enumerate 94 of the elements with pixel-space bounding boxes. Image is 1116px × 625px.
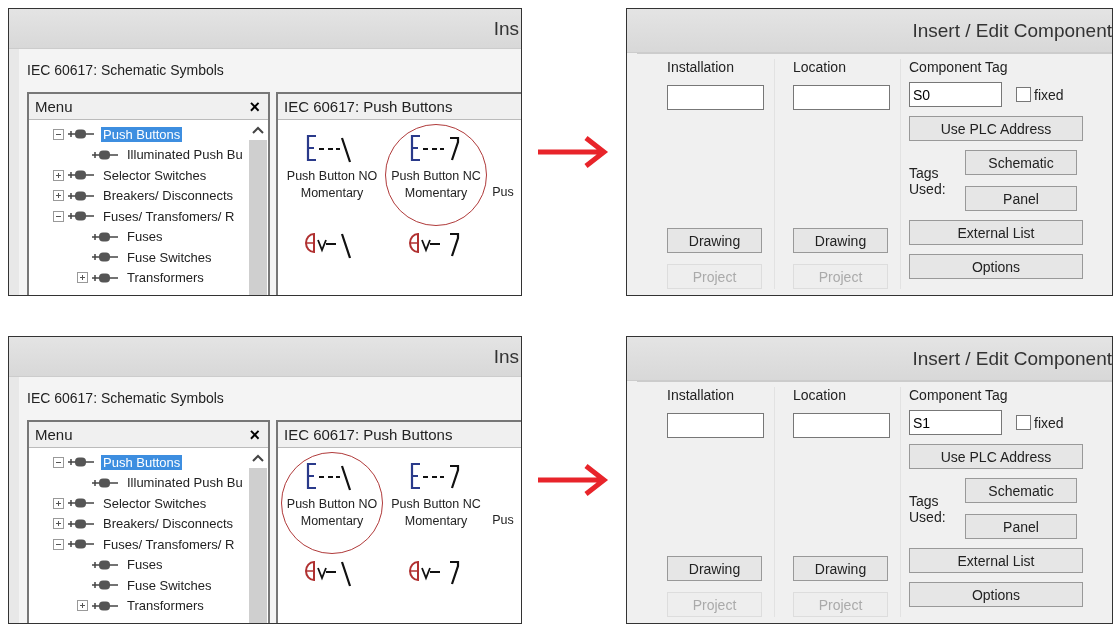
scrollbar-thumb[interactable] <box>249 468 267 623</box>
field-label: Component Tag <box>909 387 1009 403</box>
symbol-label: Pus <box>492 512 514 529</box>
component-icon <box>91 599 119 612</box>
options-button[interactable]: Options <box>909 254 1083 279</box>
plc-address-button[interactable]: Use PLC Address <box>909 444 1083 469</box>
tree-item[interactable]: Illuminated Push Bu <box>125 147 245 163</box>
tree-item[interactable]: Fuse Switches <box>125 249 214 265</box>
component-icon <box>91 251 119 264</box>
collapse-icon[interactable] <box>53 456 64 468</box>
component-icon <box>91 558 119 571</box>
tree-item[interactable]: Fuses/ Transfomers/ R <box>101 208 237 224</box>
dialog-title: Insert / Edit Component <box>912 19 1112 42</box>
symbol-label: Push Button NO Momentary <box>285 496 379 530</box>
component-icon <box>91 148 119 161</box>
field-label: Location <box>793 59 846 75</box>
expand-icon[interactable] <box>77 272 88 284</box>
panel-title: Menu <box>35 98 73 115</box>
collapse-icon[interactable] <box>53 210 64 222</box>
library-heading: IEC 60617: Schematic Symbols <box>27 62 224 78</box>
component-icon <box>67 189 95 202</box>
options-button[interactable]: Options <box>909 582 1083 607</box>
component-icon <box>67 128 95 141</box>
tag-input-field[interactable]: S0 <box>909 82 1002 107</box>
library-heading: IEC 60617: Schematic Symbols <box>27 390 224 406</box>
input-field[interactable] <box>667 85 764 110</box>
component-icon <box>91 579 119 592</box>
external-list-button[interactable]: External List <box>909 548 1083 573</box>
tree-item[interactable]: Selector Switches <box>101 167 209 183</box>
symbol-label: Push Button NC Momentary <box>390 168 482 202</box>
component-icon <box>91 271 119 284</box>
component-icon <box>67 210 95 223</box>
window-title: Ins <box>493 17 519 40</box>
tree-item[interactable]: Transformers <box>125 598 206 614</box>
drawing-button[interactable]: Drawing <box>793 556 888 581</box>
field-label: Location <box>793 387 846 403</box>
tags-used-label: Tags Used: <box>909 164 947 197</box>
panel-button[interactable]: Panel <box>965 514 1077 539</box>
panel-title: IEC 60617: Push Buttons <box>284 426 453 443</box>
tree-item[interactable]: Illuminated Push Bu <box>125 475 245 491</box>
tags-used-label: Tags Used: <box>909 492 947 525</box>
component-icon <box>67 538 95 551</box>
expand-icon[interactable] <box>53 497 64 509</box>
component-icon <box>67 456 95 469</box>
expand-icon[interactable] <box>77 600 88 612</box>
scrollbar-thumb[interactable] <box>249 140 267 295</box>
tree-item[interactable]: Breakers/ Disconnects <box>101 188 236 204</box>
window-title: Ins <box>493 345 519 368</box>
fixed-checkbox[interactable] <box>1016 87 1031 102</box>
close-button[interactable]: × <box>247 425 262 444</box>
collapse-icon[interactable] <box>53 538 64 550</box>
field-label: Component Tag <box>909 59 1009 75</box>
drawing-button[interactable]: Drawing <box>667 556 762 581</box>
component-icon <box>67 517 95 530</box>
panel-title: Menu <box>35 426 73 443</box>
drawing-button[interactable]: Drawing <box>667 228 762 253</box>
drawing-button[interactable]: Drawing <box>793 228 888 253</box>
collapse-icon[interactable] <box>53 128 64 140</box>
component-icon <box>67 497 95 510</box>
scroll-up-icon[interactable] <box>252 126 264 134</box>
expand-icon[interactable] <box>53 190 64 202</box>
tree-item[interactable]: Fuses/ Transfomers/ R <box>101 536 237 552</box>
panel-button[interactable]: Panel <box>965 186 1077 211</box>
tree-item[interactable]: Selector Switches <box>101 495 209 511</box>
checkbox-label: fixed <box>1034 414 1064 431</box>
component-icon <box>67 169 95 182</box>
tag-input-field[interactable]: S1 <box>909 410 1002 435</box>
symbol-label: Pus <box>492 184 514 201</box>
tree-item[interactable]: Transformers <box>125 270 206 286</box>
external-list-button[interactable]: External List <box>909 220 1083 245</box>
field-label: Installation <box>667 59 734 75</box>
tree-item[interactable]: Fuses <box>125 229 165 245</box>
schematic-button[interactable]: Schematic <box>965 478 1077 503</box>
expand-icon[interactable] <box>53 518 64 530</box>
schematic-button[interactable]: Schematic <box>965 150 1077 175</box>
input-field[interactable] <box>667 413 764 438</box>
close-button[interactable]: × <box>247 97 262 116</box>
panel-title: IEC 60617: Push Buttons <box>284 98 453 115</box>
plc-address-button[interactable]: Use PLC Address <box>909 116 1083 141</box>
tree-item[interactable]: Breakers/ Disconnects <box>101 516 236 532</box>
symbol-label: Push Button NO Momentary <box>285 168 379 202</box>
field-label: Installation <box>667 387 734 403</box>
expand-icon[interactable] <box>53 169 64 181</box>
fixed-checkbox[interactable] <box>1016 415 1031 430</box>
component-icon <box>91 476 119 489</box>
checkbox-label: fixed <box>1034 86 1064 103</box>
symbol-label: Push Button NC Momentary <box>390 496 482 530</box>
scroll-up-icon[interactable] <box>252 454 264 462</box>
input-field[interactable] <box>793 413 890 438</box>
tree-item[interactable]: Fuse Switches <box>125 577 214 593</box>
component-icon <box>91 230 119 243</box>
dialog-title: Insert / Edit Component <box>912 347 1112 370</box>
tree-item[interactable]: Fuses <box>125 557 165 573</box>
input-field[interactable] <box>793 85 890 110</box>
